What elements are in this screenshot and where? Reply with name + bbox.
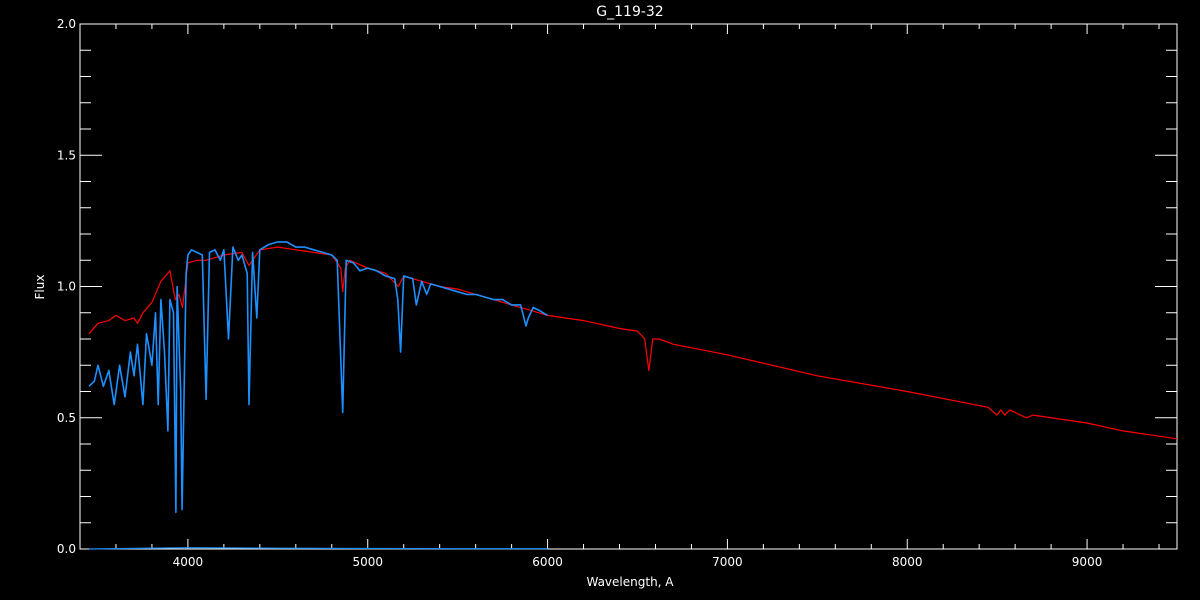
- y-tick-label: 1.5: [57, 148, 76, 162]
- x-tick-label: 5000: [352, 555, 383, 569]
- x-tick-label: 9000: [1072, 555, 1103, 569]
- x-tick-label: 4000: [173, 555, 204, 569]
- y-tick-label: 0.0: [57, 542, 76, 556]
- x-axis-label: Wavelength, A: [586, 575, 674, 589]
- x-tick-label: 7000: [712, 555, 743, 569]
- x-tick-label: 8000: [892, 555, 923, 569]
- y-tick-label: 2.0: [57, 17, 76, 31]
- spectrum-chart: 4000 5000 6000 7000 8000 90000.00.51.01.52.0 …: [0, 0, 1200, 600]
- chart-title: G_119-32: [596, 4, 663, 20]
- y-tick-label: 0.5: [57, 411, 76, 425]
- x-tick-label: 6000: [532, 555, 563, 569]
- y-tick-label: 1.0: [57, 280, 76, 294]
- y-axis-label: Flux: [33, 275, 47, 300]
